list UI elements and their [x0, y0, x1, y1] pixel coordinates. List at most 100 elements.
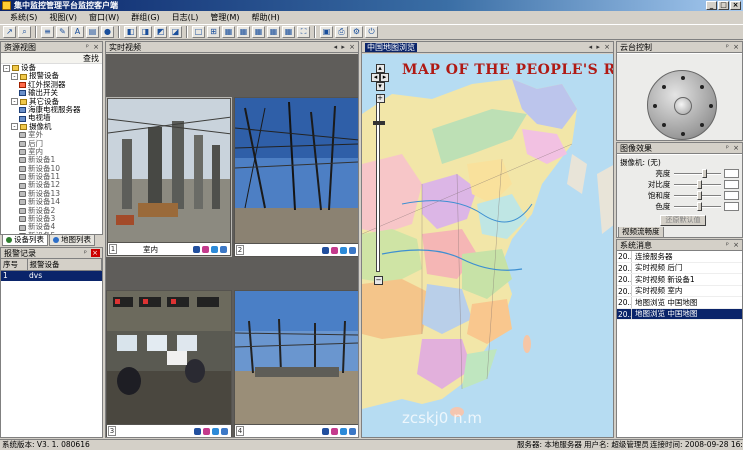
effect-slider[interactable] — [674, 169, 721, 178]
record-icon[interactable] — [331, 246, 338, 254]
ptz-downleft-icon[interactable] — [662, 123, 666, 127]
zoom-icon[interactable]: ⌕ — [18, 26, 31, 38]
pan-down-icon[interactable]: ▾ — [375, 82, 385, 91]
tab-map-list[interactable]: 地图列表 — [49, 235, 95, 246]
layout-6-icon[interactable]: ▦ — [222, 26, 235, 38]
panel-pin-icon[interactable]: ᵖ × — [726, 240, 740, 250]
alarm-panel-buttons[interactable]: ᵖ × — [84, 248, 100, 258]
close-video-icon[interactable] — [220, 245, 227, 253]
list-item[interactable]: 20...地图浏览 中国地图 — [617, 308, 742, 320]
panel-nav-icon[interactable]: ◂ ▸ × — [334, 42, 356, 52]
zoom-slider-thumb[interactable] — [373, 121, 385, 125]
tab-video-fluency[interactable]: 视频流畅度 — [618, 227, 664, 238]
ptz-left-icon[interactable] — [653, 104, 657, 108]
camera-move-icon[interactable]: ◩ — [154, 26, 167, 38]
list-item[interactable]: 20...实时视频 室内 — [617, 285, 742, 297]
ptz-upleft-icon[interactable] — [662, 85, 666, 89]
effect-value-box[interactable] — [723, 180, 739, 189]
slider-knob[interactable] — [702, 169, 708, 178]
fullscreen-icon[interactable]: ⛶ — [297, 26, 310, 38]
effect-slider[interactable] — [674, 191, 721, 200]
snapshot-icon[interactable] — [212, 427, 219, 435]
ptz-right-icon[interactable] — [709, 104, 713, 108]
menu-log[interactable]: 日志(L) — [166, 11, 205, 24]
pan-up-icon[interactable]: ▴ — [375, 64, 385, 73]
menu-help[interactable]: 帮助(H) — [246, 11, 286, 24]
ptz-center-button[interactable] — [674, 97, 692, 115]
video-cell-1[interactable]: 1 室内 — [106, 97, 232, 257]
panel-pin-icon[interactable]: ᵖ × — [726, 42, 740, 52]
tree-toggle-icon[interactable]: - — [3, 64, 10, 72]
close-video-icon[interactable] — [349, 427, 356, 435]
slider-knob[interactable] — [697, 180, 703, 189]
effect-value-box[interactable] — [723, 191, 739, 200]
panel-pin-icon[interactable]: ᵖ × — [86, 42, 100, 52]
table-row[interactable]: 1 dvs — [1, 270, 102, 281]
pan-left-icon[interactable]: ◂ — [371, 73, 380, 82]
tree-item[interactable]: 室外 — [1, 130, 102, 139]
ptz-down-icon[interactable] — [681, 132, 685, 136]
minimize-button[interactable]: _ — [706, 1, 717, 10]
china-map[interactable]: MAP OF THE PEOPLE'S REPUBLIC OF CHI ▴ ◂ … — [362, 54, 613, 437]
chart-icon[interactable]: ↗ — [3, 26, 16, 38]
layout-9-icon[interactable]: ▦ — [237, 26, 250, 38]
tree-item[interactable]: 后门 — [1, 139, 102, 148]
close-button[interactable]: × — [730, 1, 741, 10]
tree-item[interactable]: 海康电视服务器 — [1, 105, 102, 114]
print-icon[interactable]: ⎙ — [335, 26, 348, 38]
speaker-icon[interactable] — [193, 245, 200, 253]
camera-stop-icon[interactable]: ◪ — [169, 26, 182, 38]
camera-group-icon[interactable]: ◨ — [139, 26, 152, 38]
effect-value-box[interactable] — [723, 169, 739, 178]
record-icon[interactable] — [202, 245, 209, 253]
speaker-icon[interactable] — [322, 427, 329, 435]
list-item[interactable]: 20...实时视频 后门 — [617, 262, 742, 274]
ptz-upright-icon[interactable] — [700, 85, 704, 89]
tree-toggle-icon[interactable]: - — [11, 73, 18, 81]
speaker-icon[interactable] — [322, 246, 329, 254]
settings-icon[interactable]: ⚙ — [350, 26, 363, 38]
panel-nav-icon[interactable]: ◂ ▸ × — [589, 42, 611, 52]
snapshot-icon[interactable] — [211, 245, 218, 253]
snapshot-icon[interactable]: ▣ — [320, 26, 333, 38]
layout-16-icon[interactable]: ▦ — [267, 26, 280, 38]
snapshot-icon[interactable] — [340, 427, 347, 435]
alarm-col-index[interactable]: 序号 — [1, 259, 28, 271]
reset-defaults-button[interactable]: 还原默认值 — [660, 215, 706, 226]
layout-25-icon[interactable]: ▦ — [282, 26, 295, 38]
list-icon[interactable]: ≡ — [41, 26, 54, 38]
record-icon[interactable] — [203, 427, 210, 435]
camera-icon[interactable]: ◧ — [124, 26, 137, 38]
alarm-col-device[interactable]: 报警设备 — [27, 259, 102, 271]
video-cell-2[interactable]: 2 — [234, 97, 358, 257]
menu-view[interactable]: 视图(V) — [43, 11, 83, 24]
tree-item[interactable]: - 摄像机 — [1, 122, 102, 131]
close-video-icon[interactable] — [221, 427, 228, 435]
speaker-icon[interactable] — [194, 427, 201, 435]
slider-knob[interactable] — [697, 191, 703, 200]
list-item[interactable]: 20...连接服务器 — [617, 251, 742, 263]
zoom-slider[interactable] — [373, 102, 385, 272]
exit-icon[interactable]: ⏻ — [365, 26, 378, 38]
ptz-downright-icon[interactable] — [700, 123, 704, 127]
list-item[interactable]: 20...地图浏览 中国地图 — [617, 297, 742, 309]
search-button[interactable]: 查找 — [1, 53, 102, 64]
layout-12-icon[interactable]: ▦ — [252, 26, 265, 38]
panel-pin-icon[interactable]: ᵖ × — [726, 143, 740, 153]
zoom-out-icon[interactable]: − — [374, 276, 383, 285]
menu-group[interactable]: 群组(G) — [125, 11, 165, 24]
tab-device-list[interactable]: 设备列表 — [2, 235, 48, 246]
tree-toggle-icon[interactable]: - — [11, 98, 18, 106]
menu-manage[interactable]: 管理(M) — [204, 11, 245, 24]
maximize-button[interactable]: □ — [718, 1, 729, 10]
text-icon[interactable]: A — [71, 26, 84, 38]
tree-toggle-icon[interactable]: - — [11, 123, 18, 131]
slider-knob[interactable] — [697, 202, 703, 211]
video-cell-4[interactable]: 4 — [234, 290, 358, 437]
snapshot-icon[interactable] — [340, 246, 347, 254]
effect-slider[interactable] — [674, 180, 721, 189]
list-item[interactable]: 20...实时视频 新设备1 — [617, 274, 742, 286]
ptz-up-icon[interactable] — [681, 76, 685, 80]
record-icon[interactable] — [331, 427, 338, 435]
menu-window[interactable]: 窗口(W) — [83, 11, 125, 24]
